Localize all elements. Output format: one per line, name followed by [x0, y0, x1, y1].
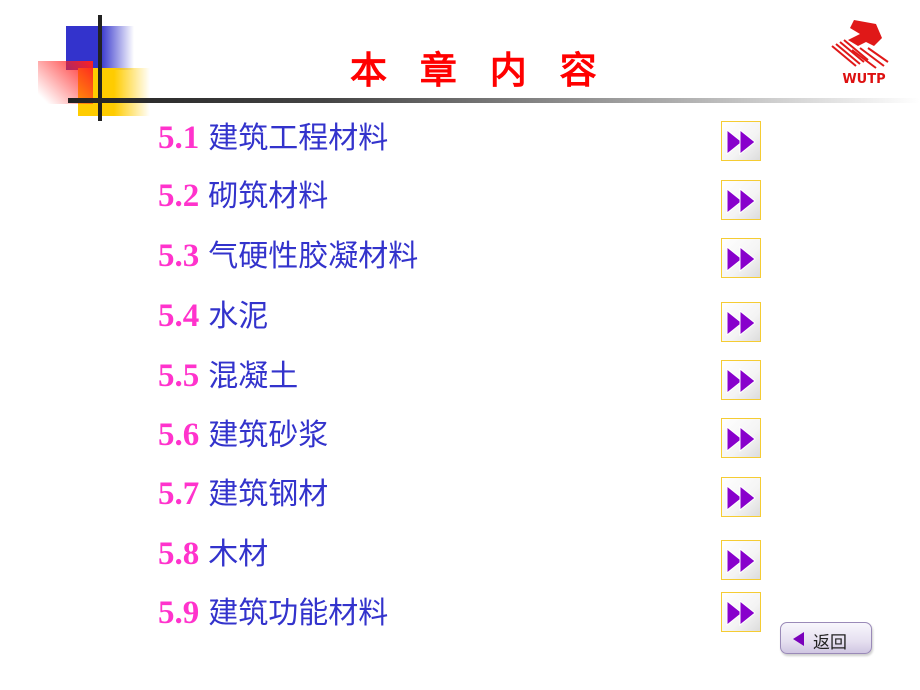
chapter-title: 建筑功能材料: [208, 596, 389, 631]
publisher-logo-icon: [831, 20, 889, 69]
chapter-title: 建筑钢材: [208, 477, 329, 512]
go-to-section-button[interactable]: [721, 238, 761, 278]
back-button[interactable]: 返回: [780, 622, 872, 654]
fast-forward-icon: [726, 548, 756, 574]
fast-forward-icon: [726, 368, 756, 394]
chapter-item: 5.8 木材: [158, 534, 268, 575]
chapter-item: 5.6 建筑砂浆: [158, 415, 328, 456]
decor-vertical-line: [98, 15, 102, 121]
fast-forward-icon: [726, 188, 756, 214]
chapter-number: 5.4: [158, 298, 200, 334]
chapter-item: 5.5 混凝土: [158, 356, 298, 397]
chapter-number: 5.5: [158, 358, 200, 394]
go-to-section-button[interactable]: [721, 477, 761, 517]
fast-forward-icon: [726, 600, 756, 626]
chapter-number: 5.8: [158, 536, 200, 572]
chapter-item: 5.2 砌筑材料: [158, 176, 328, 217]
publisher-logo: WUTP: [826, 16, 902, 92]
go-to-section-button[interactable]: [721, 180, 761, 220]
go-to-section-button[interactable]: [721, 302, 761, 342]
back-button-label: 返回: [813, 633, 847, 653]
fast-forward-icon: [726, 485, 756, 511]
fast-forward-icon: [726, 426, 756, 452]
go-to-section-button[interactable]: [721, 360, 761, 400]
fast-forward-icon: [726, 129, 756, 155]
fast-forward-icon: [726, 246, 756, 272]
chapter-item: 5.3 气硬性胶凝材料: [158, 236, 418, 277]
chapter-number: 5.7: [158, 476, 200, 512]
chapter-number: 5.3: [158, 238, 200, 274]
chapter-number: 5.6: [158, 417, 200, 453]
chapter-number: 5.9: [158, 595, 200, 631]
chapter-title: 混凝土: [208, 359, 299, 394]
title-underline: [68, 98, 920, 103]
chapter-title: 建筑砂浆: [208, 418, 329, 453]
chapter-item: 5.4 水泥: [158, 296, 268, 337]
chapter-title: 木材: [208, 537, 269, 572]
go-to-section-button[interactable]: [721, 418, 761, 458]
go-to-section-button[interactable]: [721, 592, 761, 632]
chapter-title: 砌筑材料: [208, 179, 329, 214]
chapter-number: 5.2: [158, 178, 200, 214]
page-title: 本 章 内 容: [350, 49, 607, 92]
fast-forward-icon: [726, 310, 756, 336]
back-arrow-icon: [793, 632, 804, 646]
chapter-title: 气硬性胶凝材料: [208, 239, 419, 274]
logo-text: WUTP: [842, 72, 886, 87]
go-to-section-button[interactable]: [721, 121, 761, 161]
chapter-title: 水泥: [208, 299, 269, 334]
chapter-item: 5.1 建筑工程材料: [158, 118, 388, 159]
chapter-item: 5.9 建筑功能材料: [158, 593, 388, 634]
go-to-section-button[interactable]: [721, 540, 761, 580]
chapter-item: 5.7 建筑钢材: [158, 474, 328, 515]
chapter-number: 5.1: [158, 120, 200, 156]
chapter-title: 建筑工程材料: [208, 121, 389, 156]
